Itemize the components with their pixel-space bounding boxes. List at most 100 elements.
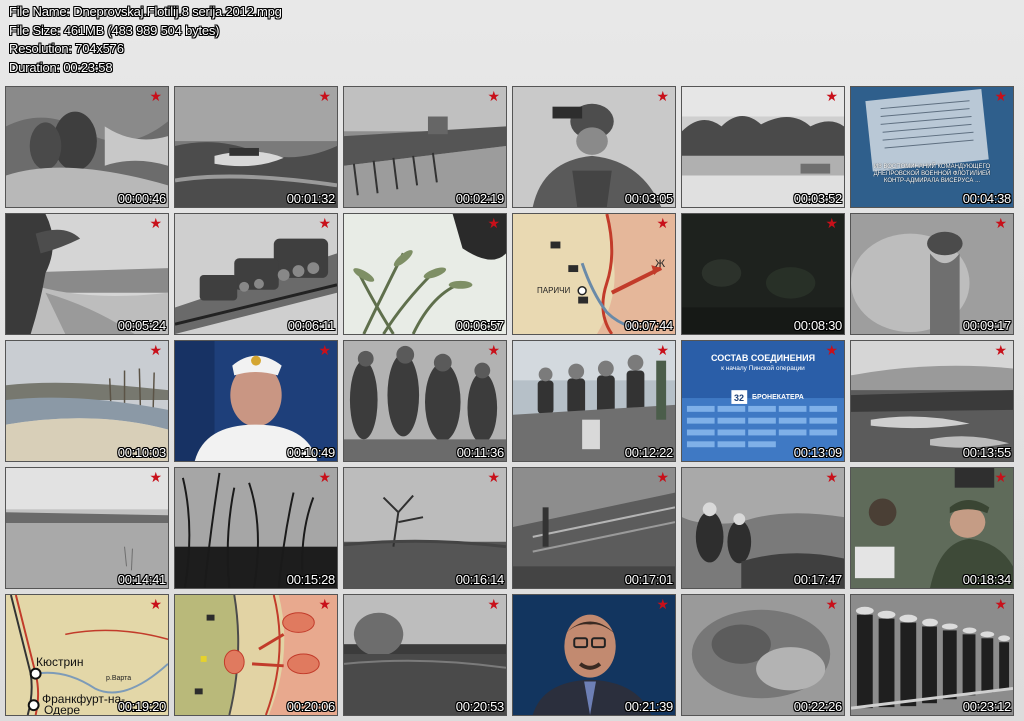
star-icon: ★ bbox=[994, 470, 1007, 486]
thumbnail-8[interactable]: ★ 00:06:11 bbox=[174, 213, 338, 335]
timestamp: 00:20:53 bbox=[455, 699, 505, 714]
thumbnail-grid: ★ 00:00:46 ★ 00:01:32 ★ 00:02:19 ★ 00:03… bbox=[5, 86, 1014, 716]
map-label-parichi: ПАРИЧИ bbox=[537, 286, 571, 295]
map-label-zh: Ж bbox=[655, 258, 666, 270]
scene-trench-soldiers bbox=[6, 87, 168, 207]
scene-officers-map bbox=[851, 468, 1013, 588]
scene-explosion-blur bbox=[682, 595, 844, 715]
infographic-subtitle: к началу Пинской операции bbox=[721, 365, 805, 372]
thumbnail-20[interactable]: ★ 00:15:28 bbox=[174, 467, 338, 589]
scene-boat-waves bbox=[175, 87, 337, 207]
thumbnail-12[interactable]: ★ 00:09:17 bbox=[850, 213, 1014, 335]
thumbnail-24[interactable]: ★ 00:18:34 bbox=[850, 467, 1014, 589]
thumbnail-28[interactable]: ★ 00:21:39 bbox=[512, 594, 676, 716]
star-icon: ★ bbox=[149, 89, 162, 105]
scene-tanks-train bbox=[175, 214, 337, 334]
star-icon: ★ bbox=[487, 470, 500, 486]
thumbnail-13[interactable]: ★ 00:10:03 bbox=[5, 340, 169, 462]
thumbnail-11[interactable]: ★ 00:08:30 bbox=[681, 213, 845, 335]
resolution: Resolution: 704x576 bbox=[9, 41, 124, 57]
star-icon: ★ bbox=[487, 89, 500, 105]
scene-bare-tree bbox=[344, 468, 506, 588]
thumbnail-23[interactable]: ★ 00:17:47 bbox=[681, 467, 845, 589]
scene-reeds-silhouette bbox=[175, 468, 337, 588]
thumbnail-18[interactable]: ★ 00:13:55 bbox=[850, 340, 1014, 462]
timestamp: 00:09:17 bbox=[962, 318, 1012, 333]
infographic-number: 32 bbox=[734, 393, 745, 403]
star-icon: ★ bbox=[656, 216, 669, 232]
timestamp: 00:08:30 bbox=[793, 318, 843, 333]
thumbnail-4[interactable]: ★ 00:03:05 bbox=[512, 86, 676, 208]
thumbnail-25[interactable]: Кюстрин Франкфурт-на- Одере р.Варта ★ 00… bbox=[5, 594, 169, 716]
scene-soldiers-car bbox=[682, 468, 844, 588]
timestamp: 00:05:24 bbox=[117, 318, 167, 333]
star-icon: ★ bbox=[825, 597, 838, 613]
star-icon: ★ bbox=[318, 597, 331, 613]
star-icon: ★ bbox=[656, 470, 669, 486]
thumbnail-27[interactable]: ★ 00:20:53 bbox=[343, 594, 507, 716]
caption-line: КОНТР-АДМИРАЛА ВИСЕРУСА ... bbox=[883, 178, 981, 184]
map-label-odere: Одере bbox=[44, 703, 81, 716]
thumbnail-22[interactable]: ★ 00:17:01 bbox=[512, 467, 676, 589]
timestamp: 00:13:55 bbox=[962, 445, 1012, 460]
thumbnail-10[interactable]: ПАРИЧИ Ж ★ 00:07:44 bbox=[512, 213, 676, 335]
scene-sailors-parade bbox=[851, 595, 1013, 715]
timestamp: 00:16:14 bbox=[455, 572, 505, 587]
thumbnail-6[interactable]: ИЗ ВОСПОМИНАНИЙ КОМАНДУЮЩЕГО ДНЕПРОВСКОЙ… bbox=[850, 86, 1014, 208]
thumbnail-15[interactable]: ★ 00:11:36 bbox=[343, 340, 507, 462]
thumbnail-19[interactable]: ★ 00:14:41 bbox=[5, 467, 169, 589]
thumbnail-30[interactable]: ★ 00:23:12 bbox=[850, 594, 1014, 716]
scene-calm-lake bbox=[6, 468, 168, 588]
timestamp: 00:17:01 bbox=[624, 572, 674, 587]
timestamp: 00:17:47 bbox=[793, 572, 843, 587]
scene-reeds-helmet bbox=[344, 214, 506, 334]
star-icon: ★ bbox=[149, 343, 162, 359]
file-name: File Name: Dneprovskaj.Flotilij.8 serija… bbox=[9, 4, 282, 19]
thumbnail-21[interactable]: ★ 00:16:14 bbox=[343, 467, 507, 589]
star-icon: ★ bbox=[656, 89, 669, 105]
scene-document-memoir bbox=[851, 87, 1013, 207]
star-icon: ★ bbox=[825, 89, 838, 105]
scene-veteran-portrait bbox=[175, 341, 337, 461]
thumbnail-7[interactable]: ★ 00:05:24 bbox=[5, 213, 169, 335]
thumbnail-29[interactable]: ★ 00:22:26 bbox=[681, 594, 845, 716]
thumbnail-9[interactable]: ★ 00:06:57 bbox=[343, 213, 507, 335]
star-icon: ★ bbox=[318, 470, 331, 486]
thumbnail-1[interactable]: ★ 00:00:46 bbox=[5, 86, 169, 208]
timestamp: 00:15:28 bbox=[286, 572, 336, 587]
thumbnail-17[interactable]: СОСТАВ СОЕДИНЕНИЯ к началу Пинской опера… bbox=[681, 340, 845, 462]
thumbnail-14[interactable]: ★ 00:10:49 bbox=[174, 340, 338, 462]
star-icon: ★ bbox=[994, 89, 1007, 105]
scene-battle-map bbox=[175, 595, 337, 715]
thumbnail-16[interactable]: ★ 00:12:22 bbox=[512, 340, 676, 462]
infographic-label: БРОНЕКАТЕРА bbox=[752, 394, 804, 401]
thumbnail-3[interactable]: ★ 00:02:19 bbox=[343, 86, 507, 208]
timestamp: 00:20:06 bbox=[286, 699, 336, 714]
star-icon: ★ bbox=[994, 216, 1007, 232]
timestamp: 00:14:41 bbox=[117, 572, 167, 587]
caption-line: ИЗ ВОСПОМИНАНИЙ КОМАНДУЮЩЕГО bbox=[873, 164, 991, 170]
scene-ship-hull bbox=[513, 468, 675, 588]
scene-river-tree bbox=[6, 214, 168, 334]
scene-river-winter bbox=[6, 341, 168, 461]
scene-map-parichi bbox=[513, 214, 675, 334]
star-icon: ★ bbox=[149, 597, 162, 613]
thumbnail-5[interactable]: ★ 00:03:52 bbox=[681, 86, 845, 208]
file-info-panel: File Name: Dneprovskaj.Flotilij.8 serija… bbox=[9, 3, 282, 77]
timestamp: 00:06:57 bbox=[455, 318, 505, 333]
scene-bridge bbox=[344, 87, 506, 207]
scene-dark-night bbox=[682, 214, 844, 334]
timestamp: 00:07:44 bbox=[624, 318, 674, 333]
star-icon: ★ bbox=[487, 597, 500, 613]
timestamp: 00:11:36 bbox=[456, 445, 505, 460]
thumbnail-26[interactable]: ★ 00:20:06 bbox=[174, 594, 338, 716]
star-icon: ★ bbox=[149, 470, 162, 486]
map-label-kustrin: Кюстрин bbox=[36, 655, 84, 669]
thumbnail-2[interactable]: ★ 00:01:32 bbox=[174, 86, 338, 208]
timestamp: 00:06:11 bbox=[287, 318, 336, 333]
star-icon: ★ bbox=[656, 343, 669, 359]
scene-smoke-water bbox=[344, 595, 506, 715]
timestamp: 00:13:09 bbox=[793, 445, 843, 460]
scene-riverbank-trees bbox=[682, 87, 844, 207]
duration: Duration: 00:23:58 bbox=[9, 59, 113, 75]
